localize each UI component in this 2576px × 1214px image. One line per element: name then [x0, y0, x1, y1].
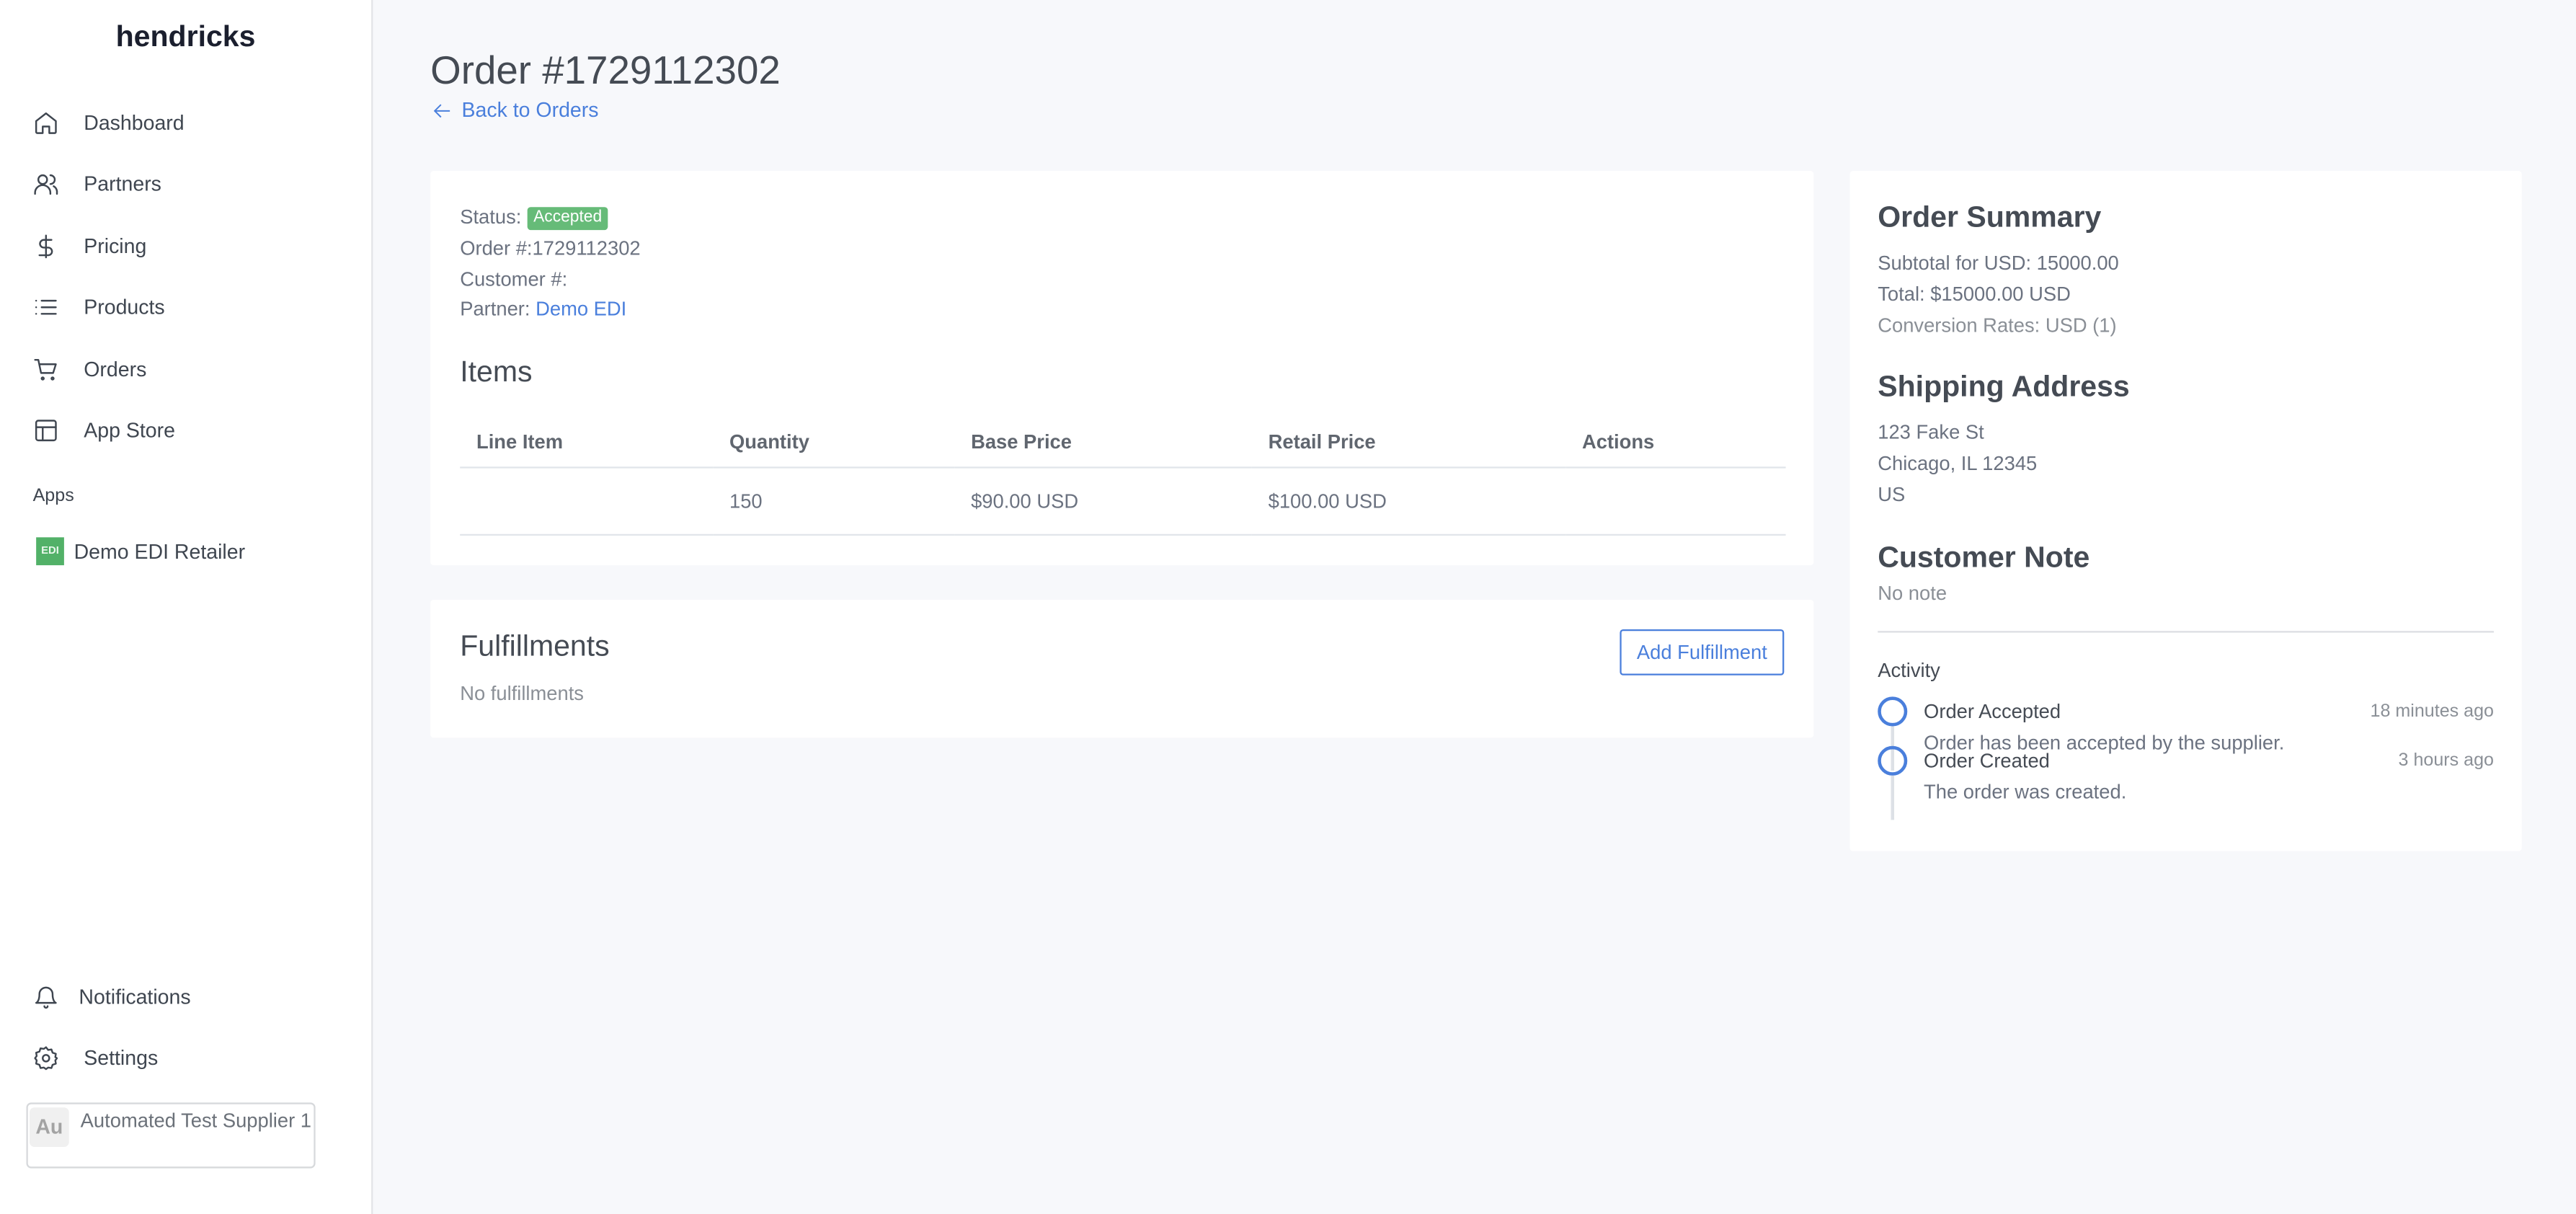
- order-number: Order #:1729112302: [460, 236, 641, 260]
- shipping-address-heading: Shipping Address: [1878, 370, 2130, 404]
- fulfillments-empty-text: No fulfillments: [460, 681, 584, 705]
- edi-app-icon: EDI: [36, 537, 64, 566]
- users-icon: [34, 174, 58, 195]
- fulfillments-card: Fulfillments No fulfillments Add Fulfill…: [430, 599, 1814, 738]
- customer-note: No note: [1878, 581, 1947, 605]
- status-row: Status: Accepted: [460, 202, 640, 233]
- cart-icon: [34, 358, 57, 381]
- column-header-base-price: Base Price: [954, 417, 1252, 469]
- address-line: 123 Fake St: [1878, 421, 1984, 445]
- sidebar-item-label: Pricing: [84, 234, 147, 258]
- sidebar-nav: Dashboard Partners Pricing Products Orde…: [33, 92, 185, 462]
- sidebar-item-label: App Store: [84, 419, 175, 443]
- table-row: 150 $90.00 USD $100.00 USD: [460, 467, 1786, 536]
- sidebar-item-notifications[interactable]: Notifications: [33, 966, 191, 1027]
- timeline-line: [1891, 774, 1893, 820]
- order-info: Status: Accepted Order #:1729112302 Cust…: [460, 202, 640, 325]
- back-link-label: Back to Orders: [461, 98, 599, 122]
- partner-label: Partner:: [460, 298, 530, 322]
- activity-description: The order was created.: [1924, 779, 2127, 803]
- cell-line-item: [460, 467, 714, 536]
- activity-item: Order Created 3 hours ago The order was …: [1878, 745, 2494, 820]
- sidebar-item-settings[interactable]: Settings: [33, 1028, 191, 1089]
- divider: [1878, 630, 2494, 632]
- sidebar-item-dashboard[interactable]: Dashboard: [33, 92, 185, 154]
- dollar-icon: [38, 234, 53, 258]
- activity-time: 3 hours ago: [2398, 750, 2494, 771]
- gear-icon: [34, 1047, 58, 1071]
- subtotal: Subtotal for USD: 15000.00: [1878, 251, 2119, 275]
- page-title: Order #1729112302: [430, 49, 781, 94]
- list-icon: [35, 300, 57, 316]
- sidebar-item-app-store[interactable]: App Store: [33, 400, 185, 461]
- avatar: Au: [30, 1107, 69, 1147]
- apps-section-label: Apps: [32, 486, 74, 507]
- status-badge: Accepted: [526, 207, 609, 231]
- cell-quantity: 150: [713, 467, 955, 536]
- back-to-orders-link[interactable]: Back to Orders: [432, 98, 599, 122]
- items-table: Line Item Quantity Base Price Retail Pri…: [460, 417, 1786, 536]
- column-header-quantity: Quantity: [713, 417, 955, 469]
- sidebar-bottom-nav: Notifications Settings: [33, 966, 191, 1089]
- activity-item: Order Accepted 18 minutes ago Order has …: [1878, 696, 2494, 771]
- partner-link[interactable]: Demo EDI: [536, 298, 626, 321]
- sidebar-item-label: Dashboard: [84, 111, 185, 135]
- brand-logo[interactable]: hendricks: [0, 19, 371, 54]
- account-name: Automated Test Supplier 1: [80, 1109, 311, 1133]
- conversion-rates: Conversion Rates: USD (1): [1878, 313, 2117, 337]
- sidebar-app-demo-edi-retailer[interactable]: EDI Demo EDI Retailer: [36, 537, 246, 566]
- sidebar-item-label: Partners: [84, 172, 161, 196]
- app-root: hendricks Dashboard Partners Pricing Pro…: [0, 0, 2576, 1214]
- cell-retail-price: $100.00 USD: [1251, 467, 1566, 536]
- sidebar-item-label: Settings: [84, 1047, 159, 1071]
- column-header-line-item: Line Item: [460, 417, 714, 469]
- status-label: Status:: [460, 205, 522, 229]
- items-heading: Items: [460, 355, 533, 388]
- sidebar-item-products[interactable]: Products: [33, 277, 185, 338]
- app-label: Demo EDI Retailer: [74, 539, 246, 563]
- table-header-row: Line Item Quantity Base Price Retail Pri…: [460, 417, 1786, 469]
- address-line: Chicago, IL 12345: [1878, 452, 2038, 476]
- cell-base-price: $90.00 USD: [954, 467, 1252, 536]
- fulfillments-heading: Fulfillments: [460, 629, 610, 663]
- order-summary-heading: Order Summary: [1878, 200, 2102, 234]
- address-line: US: [1878, 483, 1906, 506]
- add-fulfillment-button[interactable]: Add Fulfillment: [1620, 629, 1785, 675]
- cell-actions: [1565, 467, 1786, 536]
- arrow-left-icon: [433, 103, 450, 118]
- customer-note-heading: Customer Note: [1878, 540, 2090, 573]
- partner-row: Partner: Demo EDI: [460, 295, 640, 326]
- account-switcher[interactable]: Au Automated Test Supplier 1: [26, 1102, 316, 1169]
- bell-icon: [35, 986, 57, 1009]
- total: Total: $15000.00 USD: [1878, 282, 2071, 306]
- sidebar-item-label: Products: [84, 296, 165, 319]
- sidebar: hendricks Dashboard Partners Pricing Pro…: [0, 0, 373, 1214]
- order-details-card: Status: Accepted Order #:1729112302 Cust…: [430, 171, 1814, 566]
- activity-heading: Activity: [1878, 658, 1940, 681]
- timeline-dot-icon: [1878, 745, 1908, 775]
- column-header-retail-price: Retail Price: [1251, 417, 1566, 469]
- sidebar-item-label: Notifications: [79, 985, 191, 1009]
- summary-lines: Subtotal for USD: 15000.00 Total: $15000…: [1878, 248, 2494, 341]
- activity-time: 18 minutes ago: [2370, 701, 2494, 721]
- order-summary-card: Order Summary Subtotal for USD: 15000.00…: [1849, 171, 2522, 851]
- sidebar-item-pricing[interactable]: Pricing: [33, 216, 185, 277]
- customer-number: Customer #:: [460, 267, 568, 291]
- column-header-actions: Actions: [1565, 417, 1786, 469]
- sidebar-item-orders[interactable]: Orders: [33, 339, 185, 400]
- shipping-address: 123 Fake St Chicago, IL 12345 US: [1878, 418, 2494, 511]
- sidebar-item-partners[interactable]: Partners: [33, 154, 185, 215]
- layout-icon: [35, 420, 57, 442]
- sidebar-item-label: Orders: [84, 358, 147, 381]
- timeline-dot-icon: [1878, 696, 1908, 726]
- home-icon: [35, 112, 57, 134]
